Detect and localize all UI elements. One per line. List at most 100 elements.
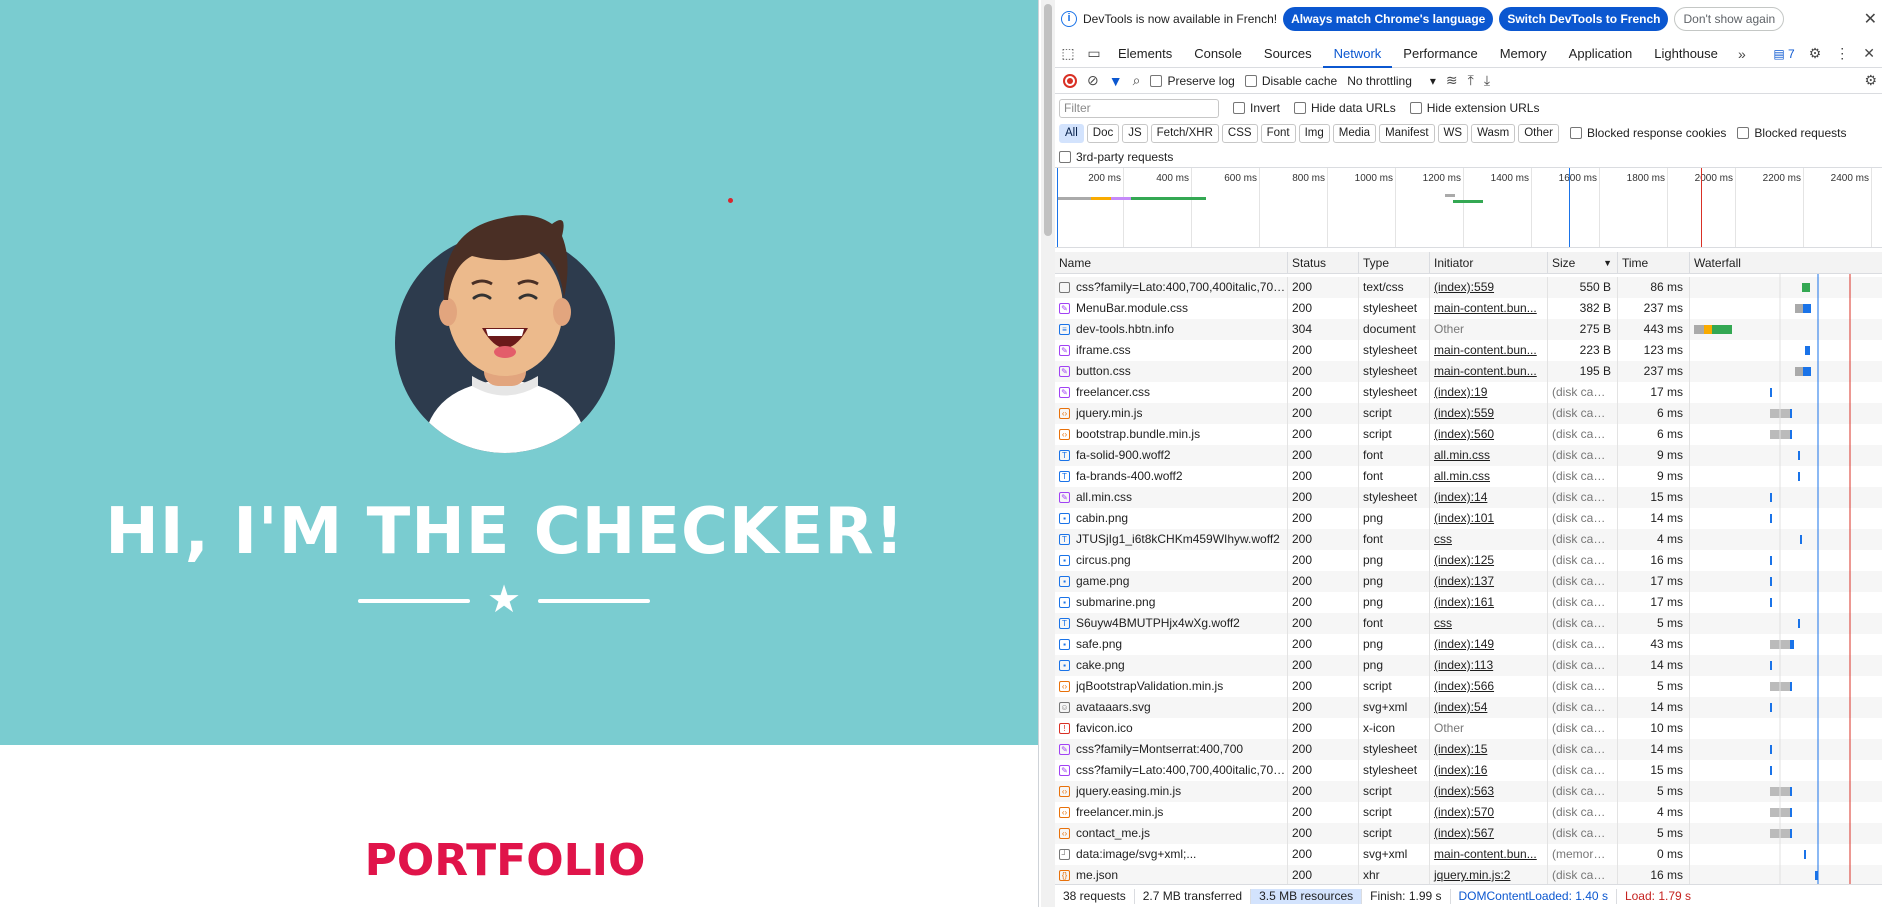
request-initiator[interactable]: (index):137 [1430,571,1548,592]
initiator-link[interactable]: main-content.bun... [1434,301,1537,315]
request-initiator[interactable]: (index):566 [1430,676,1548,697]
table-row[interactable]: ‹› freelancer.min.js 200 script (index):570 (… [1055,802,1882,823]
request-name[interactable]: ≡ dev-tools.hbtn.info [1055,319,1288,340]
request-name[interactable]: ✎ css?family=Lato:400,700,400italic,700i.… [1055,760,1288,781]
request-name[interactable]: ✎ iframe.css [1055,340,1288,361]
column-time[interactable]: Time [1618,252,1690,274]
third-party-checkbox[interactable]: 3rd-party requests [1059,150,1173,164]
table-row[interactable]: ▪ game.png 200 png (index):137 (disk cach... 1… [1055,571,1882,592]
initiator-link[interactable]: (index):113 [1434,658,1493,672]
import-har-icon[interactable]: ⤒ [1468,72,1474,89]
switch-language-button[interactable]: Switch DevTools to French [1499,7,1669,31]
table-row[interactable]: {} me.json 200 xhr jquery.min.js:2 (disk cach… [1055,865,1882,884]
request-initiator[interactable]: (index):113 [1430,655,1548,676]
table-row[interactable]: ‹› jqBootstrapValidation.min.js 200 script (… [1055,676,1882,697]
request-name[interactable]: T JTUSjIg1_i6t8kCHKm459WIhyw.woff2 [1055,529,1288,550]
request-initiator[interactable]: (index):149 [1430,634,1548,655]
type-ws[interactable]: WS [1437,123,1469,143]
column-status[interactable]: Status [1288,252,1359,274]
close-icon[interactable]: ✕ [1864,9,1877,29]
settings-gear-icon[interactable]: ⚙ [1809,45,1822,62]
page-scrollbar[interactable] [1041,0,1055,907]
request-initiator[interactable]: Other [1430,718,1548,739]
initiator-link[interactable]: (index):15 [1434,742,1487,756]
request-initiator[interactable]: (index):19 [1430,382,1548,403]
request-initiator[interactable]: (index):101 [1430,508,1548,529]
initiator-link[interactable]: (index):560 [1434,427,1494,441]
request-initiator[interactable]: css [1430,529,1548,550]
inspect-element-icon[interactable]: ⬚ [1055,45,1081,62]
request-name[interactable]: ‹› contact_me.js [1055,823,1288,844]
request-initiator[interactable]: all.min.css [1430,466,1548,487]
table-row[interactable]: ≡ dev-tools.hbtn.info 304 document Other 275 … [1055,319,1882,340]
initiator-link[interactable]: main-content.bun... [1434,364,1537,378]
type-fetch-xhr[interactable]: Fetch/XHR [1150,123,1219,143]
initiator-link[interactable]: (index):54 [1434,700,1487,714]
device-toolbar-icon[interactable]: ▭ [1081,45,1107,62]
table-row[interactable]: ‹› bootstrap.bundle.min.js 200 script (index… [1055,424,1882,445]
tab-performance[interactable]: Performance [1392,40,1488,68]
request-name[interactable]: ▪ safe.png [1055,634,1288,655]
request-name[interactable]: ┘ data:image/svg+xml;... [1055,844,1288,865]
request-name[interactable]: ✎ freelancer.css [1055,382,1288,403]
initiator-link[interactable]: (index):16 [1434,763,1487,777]
table-row[interactable]: ▪ cabin.png 200 png (index):101 (disk cach...… [1055,508,1882,529]
initiator-link[interactable]: (index):101 [1434,511,1494,525]
request-name[interactable]: ✎ button.css [1055,361,1288,382]
type-css[interactable]: CSS [1221,123,1258,143]
table-row[interactable]: ✎ all.min.css 200 stylesheet (index):14 (disk… [1055,487,1882,508]
table-row[interactable]: Tfa-solid-900.woff2 200 font all.min.css (di… [1055,445,1882,466]
request-name[interactable]: ‹› jquery.easing.min.js [1055,781,1288,802]
table-row[interactable]: ✎ iframe.css 200 stylesheet main-content.bun… [1055,340,1882,361]
initiator-link[interactable]: all.min.css [1434,469,1490,483]
request-name[interactable]: ‹› jquery.min.js [1055,403,1288,424]
network-conditions-icon[interactable]: ≋ [1446,72,1458,89]
tab-sources[interactable]: Sources [1253,40,1323,68]
request-initiator[interactable]: css [1430,613,1548,634]
table-row[interactable]: ✎ css?family=Montserrat:400,700 200 stylesh… [1055,739,1882,760]
request-initiator[interactable]: all.min.css [1430,445,1548,466]
request-name[interactable]: Tfa-solid-900.woff2 [1055,445,1288,466]
request-name[interactable]: ✎ MenuBar.module.css [1055,298,1288,319]
tab-lighthouse[interactable]: Lighthouse [1643,40,1729,68]
hide-data-urls-checkbox[interactable]: Hide data URLs [1294,101,1396,115]
initiator-link[interactable]: main-content.bun... [1434,343,1537,357]
table-row[interactable]: ! favicon.ico 200 x-icon Other (disk cach... 1… [1055,718,1882,739]
close-devtools-icon[interactable]: ✕ [1863,45,1875,62]
column-type[interactable]: Type [1359,252,1430,274]
request-initiator[interactable]: (index):560 [1430,424,1548,445]
type-doc[interactable]: Doc [1086,123,1120,143]
clear-icon[interactable]: ⊘ [1087,72,1099,89]
request-name[interactable]: Tfa-brands-400.woff2 [1055,466,1288,487]
request-name[interactable]: ‹› freelancer.min.js [1055,802,1288,823]
tab-console[interactable]: Console [1183,40,1253,68]
preserve-log-checkbox[interactable]: Preserve log [1150,74,1235,88]
initiator-link[interactable]: (index):570 [1434,805,1494,819]
export-har-icon[interactable]: ⤓ [1484,72,1490,89]
request-initiator[interactable]: (index):559 [1430,403,1548,424]
request-name[interactable]: ☺ avataaars.svg [1055,697,1288,718]
request-initiator[interactable]: (index):14 [1430,487,1548,508]
request-name[interactable]: ‹› jqBootstrapValidation.min.js [1055,676,1288,697]
match-language-button[interactable]: Always match Chrome's language [1283,7,1494,31]
initiator-link[interactable]: css [1434,616,1452,630]
filter-icon[interactable]: ▼ [1109,73,1123,89]
table-row[interactable]: ▪ safe.png 200 png (index):149 (disk cach... 4… [1055,634,1882,655]
request-initiator[interactable]: (index):16 [1430,760,1548,781]
initiator-link[interactable]: (index):567 [1434,826,1494,840]
page-scroll-thumb[interactable] [1044,4,1052,236]
table-row[interactable]: ✎ MenuBar.module.css 200 stylesheet main-con… [1055,298,1882,319]
request-name[interactable]: ▪ submarine.png [1055,592,1288,613]
timeline-overview[interactable]: 200 ms 400 ms 600 ms 800 ms 1000 ms 1200 ms 14… [1055,168,1882,248]
request-initiator[interactable]: main-content.bun... [1430,298,1548,319]
type-img[interactable]: Img [1298,123,1330,143]
table-row[interactable]: Tfa-brands-400.woff2 200 font all.min.css (d… [1055,466,1882,487]
issues-badge[interactable]: ▤ 7 [1773,47,1794,61]
tab-elements[interactable]: Elements [1107,40,1183,68]
type-font[interactable]: Font [1260,123,1296,143]
request-initiator[interactable]: main-content.bun... [1430,844,1548,865]
network-settings-gear-icon[interactable]: ⚙ [1864,72,1877,89]
column-name[interactable]: Name [1055,252,1288,274]
request-initiator[interactable]: (index):567 [1430,823,1548,844]
initiator-link[interactable]: (index):566 [1434,679,1494,693]
